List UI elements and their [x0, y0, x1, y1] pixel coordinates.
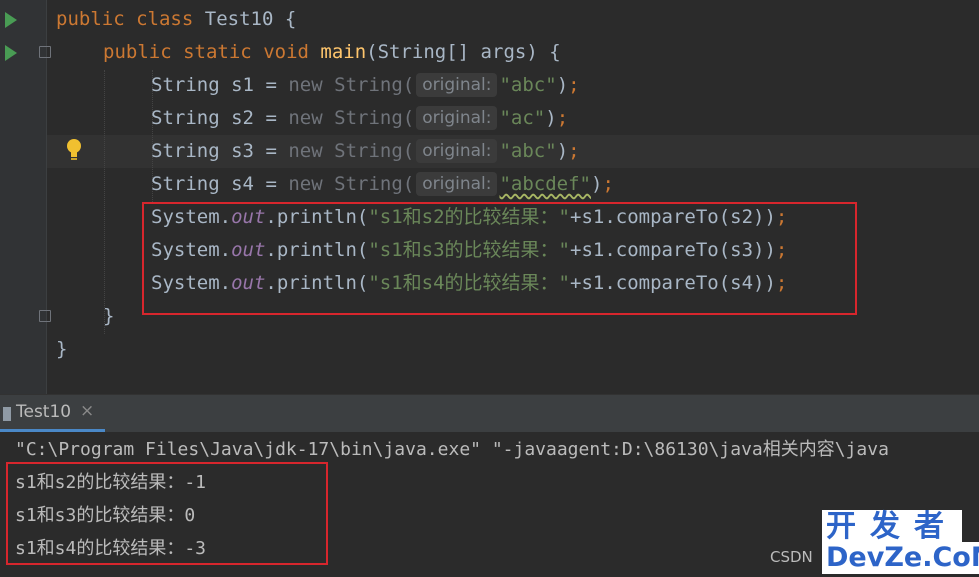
watermark-bottom: DevZe.CoM [822, 542, 979, 574]
method-name: main [320, 41, 367, 63]
code-line-decl[interactable]: String s1 = new String(original: "abc"); [151, 69, 580, 102]
semicolon: ; [568, 74, 580, 96]
operator: = [265, 107, 277, 129]
brace: } [103, 305, 115, 327]
paren: ) [545, 107, 557, 129]
gutter-divider [46, 0, 47, 394]
string-literal: "abc" [499, 140, 557, 162]
watermark-csdn: CSDN [770, 548, 813, 566]
parameter-hint: original: [416, 139, 498, 163]
fold-marker-icon[interactable] [39, 46, 51, 58]
keyword: void [263, 41, 309, 63]
code-line-class[interactable]: public class Test10 { [56, 3, 296, 36]
method-params: (String[] args) { [366, 41, 561, 63]
parameter-hint: original: [416, 73, 498, 97]
run-main-icon[interactable] [5, 45, 17, 61]
string-literal: "abcdef" [499, 173, 591, 195]
brace: { [284, 8, 297, 30]
variable-name: s1 [231, 74, 254, 96]
keyword: new [288, 173, 323, 195]
constructor: String( [334, 140, 415, 162]
code-line-decl[interactable]: String s2 = new String(original: "ac"); [151, 102, 568, 135]
keyword: static [183, 41, 252, 63]
variable-name: s2 [231, 107, 254, 129]
operator: = [265, 173, 277, 195]
variable-name: s3 [231, 140, 254, 162]
run-class-icon[interactable] [5, 12, 17, 28]
watermark: CSDN 开发者 DevZe.CoM [770, 510, 979, 577]
code-line-decl[interactable]: String s3 = new String(original: "abc"); [151, 135, 580, 168]
constructor: String( [334, 107, 415, 129]
keyword: public [56, 8, 125, 30]
operator: = [265, 74, 277, 96]
indent-guide [104, 70, 105, 334]
brace: } [56, 338, 68, 360]
code-line-close-method[interactable]: } [103, 300, 114, 333]
parameter-hint: original: [416, 106, 498, 130]
close-icon[interactable]: × [80, 401, 94, 421]
lightbulb-icon[interactable] [66, 138, 82, 162]
string-literal: "abc" [499, 74, 557, 96]
semicolon: ; [602, 173, 614, 195]
type-name: String [151, 107, 220, 129]
type-name: String [151, 140, 220, 162]
variable-name: s4 [231, 173, 254, 195]
highlight-box-output [6, 462, 328, 565]
code-editor[interactable]: public class Test10 { public static void… [0, 0, 979, 394]
string-literal: "ac" [499, 107, 546, 129]
paren: ) [556, 140, 569, 162]
highlight-box-code [142, 202, 857, 315]
paren: ) [556, 74, 569, 96]
code-line-main[interactable]: public static void main(String[] args) { [103, 36, 561, 69]
run-tab[interactable]: Test10 × [0, 395, 105, 432]
type-name: String [151, 173, 220, 195]
parameter-hint: original: [416, 172, 498, 196]
type-name: String [151, 74, 220, 96]
semicolon: ; [556, 107, 569, 129]
watermark-top: 开发者 [822, 510, 962, 544]
paren: ) [591, 173, 603, 195]
run-tool-window-tabbar: Test10 × [0, 394, 979, 432]
code-line-close-class[interactable]: } [56, 333, 67, 366]
keyword: new [288, 74, 323, 96]
code-line-decl[interactable]: String s4 = new String(original: "abcdef"… [151, 168, 614, 201]
operator: = [265, 140, 277, 162]
fold-marker-icon[interactable] [39, 310, 51, 322]
constructor: String( [334, 173, 415, 195]
class-name: Test10 [204, 8, 274, 30]
run-tab-label: Test10 [16, 402, 72, 422]
keyword: class [136, 8, 194, 30]
semicolon: ; [568, 140, 580, 162]
constructor: String( [334, 74, 415, 96]
keyword: public [103, 41, 172, 63]
keyword: new [288, 140, 323, 162]
run-config-icon [3, 407, 11, 421]
keyword: new [288, 107, 323, 129]
